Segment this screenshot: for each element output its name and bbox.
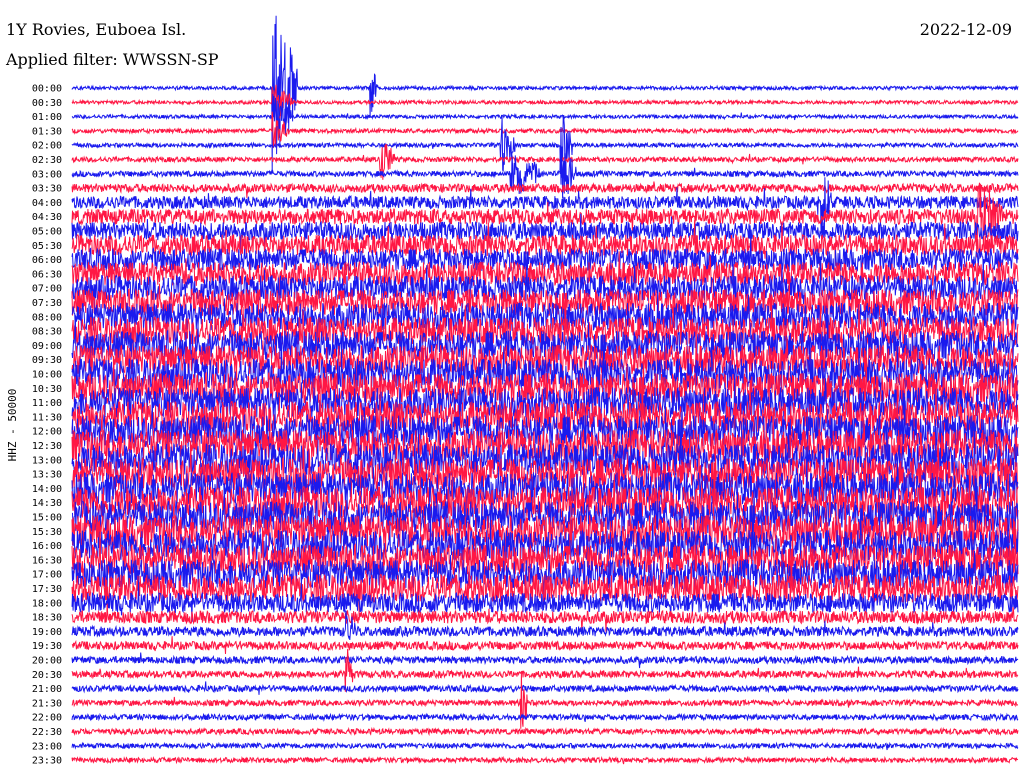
time-tick-label: 07:30 [32,298,62,309]
time-tick-label: 11:00 [32,398,62,409]
time-tick-label: 08:00 [32,312,62,323]
time-tick-label: 10:30 [32,384,62,395]
time-tick-label: 21:30 [32,698,62,709]
time-tick-label: 14:30 [32,498,62,509]
time-tick-label: 22:30 [32,727,62,738]
time-tick-label: 05:30 [32,241,62,252]
time-tick-label: 21:00 [32,684,62,695]
time-tick-label: 23:00 [32,741,62,752]
time-tick-label: 00:00 [32,84,62,95]
time-tick-label: 17:00 [32,570,62,581]
time-tick-label: 05:00 [32,227,62,238]
trace-row-2130 [71,671,1019,729]
time-tick-label: 19:30 [32,641,62,652]
time-tick-label: 12:30 [32,441,62,452]
time-tick-label: 18:00 [32,598,62,609]
time-tick-label: 06:00 [32,255,62,266]
time-tick-label: 08:30 [32,327,62,338]
trace-row-2200 [71,712,1019,722]
time-tick-labels: 00:00 00:30 01:00 01:30 02:00 02:30 03:00 03:30… [32,84,62,767]
trace-row-0030 [71,84,1019,119]
time-tick-label: 00:30 [32,98,62,109]
trace-row-2000 [71,652,1019,669]
trace-row-2030 [71,648,1019,692]
trace-row-2230 [71,726,1019,737]
trace-row-0330 [71,181,1019,198]
trace-group [71,15,1019,765]
time-tick-label: 04:30 [32,212,62,223]
trace-row-2100 [71,681,1019,695]
helicorder-plot: 00:00 00:30 01:00 01:30 02:00 02:30 03:00 03:30… [6,15,1019,767]
trace-row-2300 [71,741,1019,751]
trace-row-1930 [71,636,1019,655]
time-tick-label: 04:00 [32,198,62,209]
time-tick-label: 07:00 [32,284,62,295]
time-tick-label: 22:00 [32,713,62,724]
time-tick-label: 03:30 [32,184,62,195]
time-tick-label: 23:30 [32,756,62,767]
time-tick-label: 17:30 [32,584,62,595]
trace-row-0200 [71,116,1019,178]
time-tick-label: 19:00 [32,627,62,638]
time-tick-label: 16:00 [32,541,62,552]
time-tick-label: 09:00 [32,341,62,352]
channel-label: HHZ - 50000 [6,389,19,462]
time-tick-label: 15:30 [32,527,62,538]
time-tick-label: 20:30 [32,670,62,681]
time-tick-label: 09:30 [32,355,62,366]
time-tick-label: 13:00 [32,455,62,466]
time-tick-label: 10:00 [32,370,62,381]
time-tick-label: 18:30 [32,613,62,624]
time-tick-label: 02:30 [32,155,62,166]
time-tick-label: 20:00 [32,656,62,667]
time-tick-label: 06:30 [32,269,62,280]
time-tick-label: 01:30 [32,126,62,137]
time-tick-label: 02:00 [32,141,62,152]
time-tick-label: 14:00 [32,484,62,495]
time-tick-label: 15:00 [32,513,62,524]
time-tick-label: 11:30 [32,412,62,423]
time-tick-label: 16:30 [32,555,62,566]
time-tick-label: 13:30 [32,470,62,481]
time-tick-label: 01:00 [32,112,62,123]
trace-row-0100 [71,93,1019,131]
time-tick-label: 03:00 [32,169,62,180]
trace-row-2330 [71,755,1019,765]
time-tick-label: 12:00 [32,427,62,438]
